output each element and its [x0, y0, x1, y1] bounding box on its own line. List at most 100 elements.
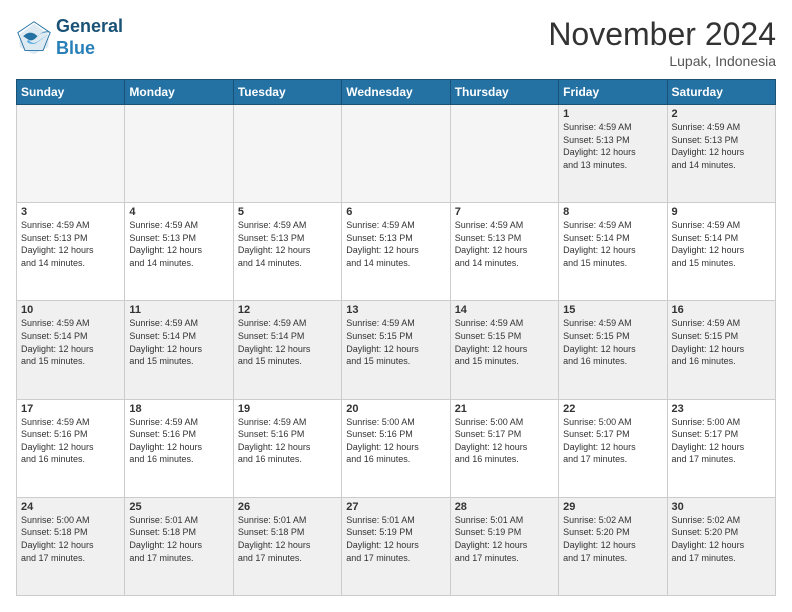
calendar-cell: 2Sunrise: 4:59 AM Sunset: 5:13 PM Daylig… [667, 105, 775, 203]
calendar-cell: 12Sunrise: 4:59 AM Sunset: 5:14 PM Dayli… [233, 301, 341, 399]
day-info: Sunrise: 4:59 AM Sunset: 5:16 PM Dayligh… [238, 416, 337, 466]
day-info: Sunrise: 4:59 AM Sunset: 5:13 PM Dayligh… [238, 219, 337, 269]
calendar-week-3: 17Sunrise: 4:59 AM Sunset: 5:16 PM Dayli… [17, 399, 776, 497]
calendar-cell: 17Sunrise: 4:59 AM Sunset: 5:16 PM Dayli… [17, 399, 125, 497]
day-number: 24 [21, 501, 120, 513]
month-title: November 2024 [548, 16, 776, 53]
day-info: Sunrise: 4:59 AM Sunset: 5:14 PM Dayligh… [672, 219, 771, 269]
calendar-cell: 19Sunrise: 4:59 AM Sunset: 5:16 PM Dayli… [233, 399, 341, 497]
day-number: 27 [346, 501, 445, 513]
day-info: Sunrise: 4:59 AM Sunset: 5:15 PM Dayligh… [346, 317, 445, 367]
day-number: 12 [238, 304, 337, 316]
calendar-cell [125, 105, 233, 203]
calendar-cell: 1Sunrise: 4:59 AM Sunset: 5:13 PM Daylig… [559, 105, 667, 203]
calendar-cell: 7Sunrise: 4:59 AM Sunset: 5:13 PM Daylig… [450, 203, 558, 301]
day-number: 2 [672, 108, 771, 120]
calendar-week-1: 3Sunrise: 4:59 AM Sunset: 5:13 PM Daylig… [17, 203, 776, 301]
calendar-week-2: 10Sunrise: 4:59 AM Sunset: 5:14 PM Dayli… [17, 301, 776, 399]
calendar-cell: 9Sunrise: 4:59 AM Sunset: 5:14 PM Daylig… [667, 203, 775, 301]
header-thursday: Thursday [450, 80, 558, 105]
day-number: 28 [455, 501, 554, 513]
day-info: Sunrise: 5:00 AM Sunset: 5:17 PM Dayligh… [563, 416, 662, 466]
day-number: 7 [455, 206, 554, 218]
day-number: 4 [129, 206, 228, 218]
day-info: Sunrise: 4:59 AM Sunset: 5:13 PM Dayligh… [21, 219, 120, 269]
day-number: 30 [672, 501, 771, 513]
header: General Blue November 2024 Lupak, Indone… [16, 16, 776, 69]
day-info: Sunrise: 4:59 AM Sunset: 5:14 PM Dayligh… [563, 219, 662, 269]
calendar-cell: 16Sunrise: 4:59 AM Sunset: 5:15 PM Dayli… [667, 301, 775, 399]
calendar-cell: 21Sunrise: 5:00 AM Sunset: 5:17 PM Dayli… [450, 399, 558, 497]
calendar-cell: 22Sunrise: 5:00 AM Sunset: 5:17 PM Dayli… [559, 399, 667, 497]
day-info: Sunrise: 5:01 AM Sunset: 5:18 PM Dayligh… [129, 514, 228, 564]
day-info: Sunrise: 4:59 AM Sunset: 5:13 PM Dayligh… [129, 219, 228, 269]
day-info: Sunrise: 5:00 AM Sunset: 5:18 PM Dayligh… [21, 514, 120, 564]
day-info: Sunrise: 5:01 AM Sunset: 5:19 PM Dayligh… [455, 514, 554, 564]
calendar-cell: 30Sunrise: 5:02 AM Sunset: 5:20 PM Dayli… [667, 497, 775, 595]
day-info: Sunrise: 5:00 AM Sunset: 5:17 PM Dayligh… [455, 416, 554, 466]
calendar-cell: 4Sunrise: 4:59 AM Sunset: 5:13 PM Daylig… [125, 203, 233, 301]
calendar-cell: 11Sunrise: 4:59 AM Sunset: 5:14 PM Dayli… [125, 301, 233, 399]
calendar-cell: 28Sunrise: 5:01 AM Sunset: 5:19 PM Dayli… [450, 497, 558, 595]
day-number: 29 [563, 501, 662, 513]
day-number: 20 [346, 403, 445, 415]
day-number: 11 [129, 304, 228, 316]
calendar-cell [233, 105, 341, 203]
calendar-cell: 25Sunrise: 5:01 AM Sunset: 5:18 PM Dayli… [125, 497, 233, 595]
header-tuesday: Tuesday [233, 80, 341, 105]
calendar-cell: 3Sunrise: 4:59 AM Sunset: 5:13 PM Daylig… [17, 203, 125, 301]
day-number: 15 [563, 304, 662, 316]
day-number: 23 [672, 403, 771, 415]
calendar-cell: 10Sunrise: 4:59 AM Sunset: 5:14 PM Dayli… [17, 301, 125, 399]
header-sunday: Sunday [17, 80, 125, 105]
calendar-cell: 14Sunrise: 4:59 AM Sunset: 5:15 PM Dayli… [450, 301, 558, 399]
day-number: 1 [563, 108, 662, 120]
calendar-cell: 20Sunrise: 5:00 AM Sunset: 5:16 PM Dayli… [342, 399, 450, 497]
calendar-cell: 24Sunrise: 5:00 AM Sunset: 5:18 PM Dayli… [17, 497, 125, 595]
logo: General Blue [16, 16, 123, 59]
calendar-cell: 6Sunrise: 4:59 AM Sunset: 5:13 PM Daylig… [342, 203, 450, 301]
day-info: Sunrise: 5:00 AM Sunset: 5:17 PM Dayligh… [672, 416, 771, 466]
calendar-cell: 8Sunrise: 4:59 AM Sunset: 5:14 PM Daylig… [559, 203, 667, 301]
day-info: Sunrise: 4:59 AM Sunset: 5:14 PM Dayligh… [238, 317, 337, 367]
day-number: 9 [672, 206, 771, 218]
day-info: Sunrise: 5:00 AM Sunset: 5:16 PM Dayligh… [346, 416, 445, 466]
day-number: 13 [346, 304, 445, 316]
day-number: 8 [563, 206, 662, 218]
day-number: 22 [563, 403, 662, 415]
calendar-cell: 29Sunrise: 5:02 AM Sunset: 5:20 PM Dayli… [559, 497, 667, 595]
logo-text: General Blue [56, 16, 123, 59]
day-number: 16 [672, 304, 771, 316]
calendar-cell: 23Sunrise: 5:00 AM Sunset: 5:17 PM Dayli… [667, 399, 775, 497]
calendar-week-0: 1Sunrise: 4:59 AM Sunset: 5:13 PM Daylig… [17, 105, 776, 203]
calendar-cell: 5Sunrise: 4:59 AM Sunset: 5:13 PM Daylig… [233, 203, 341, 301]
day-info: Sunrise: 4:59 AM Sunset: 5:15 PM Dayligh… [455, 317, 554, 367]
header-friday: Friday [559, 80, 667, 105]
calendar-header-row: Sunday Monday Tuesday Wednesday Thursday… [17, 80, 776, 105]
day-info: Sunrise: 4:59 AM Sunset: 5:14 PM Dayligh… [21, 317, 120, 367]
calendar-week-4: 24Sunrise: 5:00 AM Sunset: 5:18 PM Dayli… [17, 497, 776, 595]
day-number: 19 [238, 403, 337, 415]
header-saturday: Saturday [667, 80, 775, 105]
day-number: 3 [21, 206, 120, 218]
calendar-cell [450, 105, 558, 203]
day-number: 14 [455, 304, 554, 316]
header-monday: Monday [125, 80, 233, 105]
calendar-cell: 26Sunrise: 5:01 AM Sunset: 5:18 PM Dayli… [233, 497, 341, 595]
day-info: Sunrise: 4:59 AM Sunset: 5:15 PM Dayligh… [563, 317, 662, 367]
day-info: Sunrise: 4:59 AM Sunset: 5:13 PM Dayligh… [346, 219, 445, 269]
location: Lupak, Indonesia [548, 53, 776, 69]
day-info: Sunrise: 5:02 AM Sunset: 5:20 PM Dayligh… [672, 514, 771, 564]
day-info: Sunrise: 5:01 AM Sunset: 5:18 PM Dayligh… [238, 514, 337, 564]
calendar-cell: 27Sunrise: 5:01 AM Sunset: 5:19 PM Dayli… [342, 497, 450, 595]
day-number: 25 [129, 501, 228, 513]
day-number: 18 [129, 403, 228, 415]
day-info: Sunrise: 4:59 AM Sunset: 5:16 PM Dayligh… [129, 416, 228, 466]
day-info: Sunrise: 4:59 AM Sunset: 5:16 PM Dayligh… [21, 416, 120, 466]
day-info: Sunrise: 4:59 AM Sunset: 5:14 PM Dayligh… [129, 317, 228, 367]
day-info: Sunrise: 4:59 AM Sunset: 5:15 PM Dayligh… [672, 317, 771, 367]
day-number: 6 [346, 206, 445, 218]
day-number: 21 [455, 403, 554, 415]
title-block: November 2024 Lupak, Indonesia [548, 16, 776, 69]
header-wednesday: Wednesday [342, 80, 450, 105]
